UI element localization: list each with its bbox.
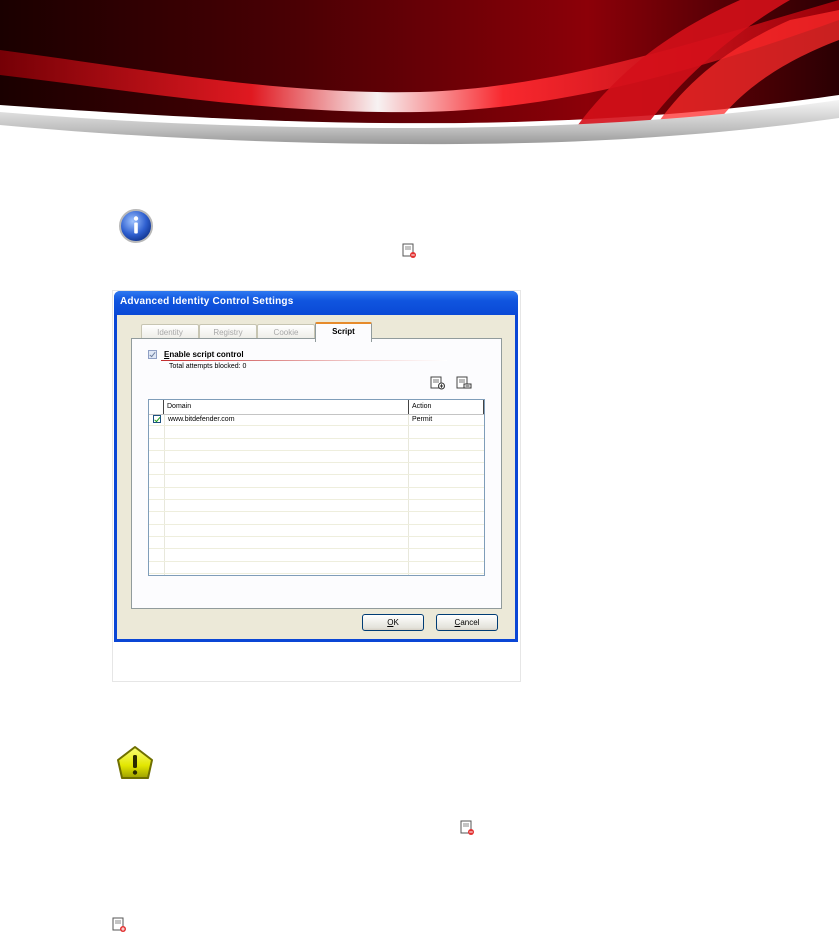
ok-button[interactable]: OK <box>362 614 424 631</box>
grid-header: Domain Action <box>149 400 484 415</box>
add-rule-button[interactable] <box>430 375 446 390</box>
warning-icon <box>114 744 156 784</box>
row-domain: www.bitdefender.com <box>168 416 235 423</box>
add-rule-icon <box>111 917 127 933</box>
empty-row <box>149 500 484 513</box>
section-divider <box>161 360 447 361</box>
empty-row <box>149 488 484 501</box>
empty-row <box>149 451 484 464</box>
dialog-title: Advanced Identity Control Settings <box>120 296 294 307</box>
rules-grid[interactable]: Domain Action www.bitdefender.com Permit <box>148 399 485 576</box>
add-rule-icon <box>430 376 445 390</box>
row-action[interactable]: Permit <box>412 414 432 425</box>
enable-script-checkbox[interactable] <box>148 350 157 359</box>
header-banner <box>0 0 839 150</box>
empty-row <box>149 463 484 476</box>
empty-row <box>149 439 484 451</box>
attempts-blocked-text: Total attempts blocked: 0 <box>169 363 247 370</box>
remove-rule-button[interactable] <box>456 375 472 389</box>
cancel-button[interactable]: Cancel <box>436 614 498 631</box>
grid-rows: www.bitdefender.com Permit <box>149 414 484 574</box>
settings-dialog: Advanced Identity Control Settings Ident… <box>114 291 518 642</box>
grid-header-action[interactable]: Action <box>409 400 484 414</box>
empty-row <box>149 475 484 488</box>
empty-row <box>149 549 484 562</box>
empty-row <box>149 537 484 550</box>
script-tab-panel: Enable script control Total attempts blo… <box>131 338 502 609</box>
grid-header-check[interactable] <box>149 400 164 414</box>
row-checkbox[interactable] <box>153 415 161 423</box>
remove-rule-icon <box>459 820 475 836</box>
empty-row <box>149 512 484 525</box>
dialog-client-area: Identity Registry Cookie Script Enable s… <box>117 315 515 639</box>
empty-row <box>149 426 484 439</box>
table-row[interactable]: www.bitdefender.com Permit <box>149 414 484 427</box>
grid-header-domain[interactable]: Domain <box>164 400 409 414</box>
empty-row <box>149 525 484 537</box>
empty-row <box>149 562 484 574</box>
remove-rule-icon <box>456 376 472 389</box>
dialog-titlebar[interactable]: Advanced Identity Control Settings <box>114 291 518 315</box>
info-icon <box>118 208 154 244</box>
enable-script-label[interactable]: Enable script control <box>164 350 244 359</box>
remove-rule-icon <box>401 243 417 259</box>
tab-script[interactable]: Script <box>315 322 372 342</box>
